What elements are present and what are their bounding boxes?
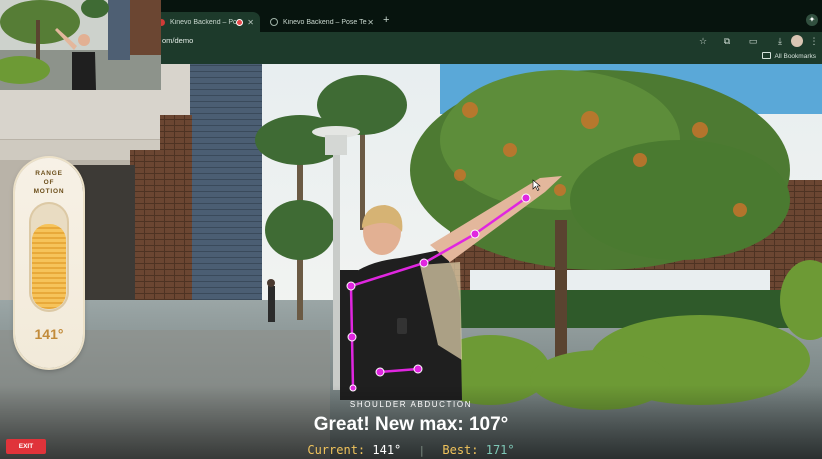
readout-divider: | [418,444,426,457]
tab-title: Kinevo Backend – Pose S [170,18,237,26]
best-value: 171° [485,443,515,457]
all-bookmarks-label: All Bookmarks [774,53,816,60]
angle-readouts: Current: 141° | Best: 171° [0,443,822,457]
webcam-thumbnail [0,0,161,90]
new-tab-button[interactable]: + [383,14,389,26]
elbow-keypoint [470,229,480,239]
gauge-title-line: OF [43,179,55,186]
folder-icon [762,52,772,59]
close-tab-icon[interactable]: ✕ [367,18,374,27]
exit-button[interactable]: EXIT [6,439,46,454]
elbow-keypoint [347,332,357,342]
webcam-preview [0,0,161,90]
wrist-keypoint [349,384,357,392]
tab-pose-test[interactable]: Kinevo Backend – Pose Test ✕ [262,12,380,32]
shoulder-keypoint [419,258,429,268]
wrist-keypoint [521,193,531,203]
extensions-icon[interactable]: ⧉ [721,35,733,47]
gauge-title-line: MOTION [33,188,65,195]
address-bar[interactable]: om/demo [162,36,193,45]
menu-icon[interactable]: ⋮ [808,35,820,47]
gauge-title: RANGE OF MOTION [15,169,83,196]
current-label: Current: [307,443,366,457]
exercise-name: SHOULDER ABDUCTION [349,400,473,409]
cast-icon[interactable]: ▭ [747,35,759,47]
hip-keypoint [375,367,385,377]
tab-search-icon[interactable]: ✦ [806,14,818,26]
recording-icon [236,18,244,26]
shoulder-keypoint [346,281,356,291]
download-icon[interactable]: ⤓ [774,35,786,47]
all-bookmarks-button[interactable]: All Bookmarks [762,52,816,60]
profile-avatar[interactable] [791,35,803,47]
favicon-icon [270,18,278,26]
close-tab-icon[interactable]: ✕ [247,18,254,27]
range-of-motion-gauge: RANGE OF MOTION 141° [15,158,83,368]
gauge-track [29,202,69,312]
status-message: Great! New max: 107° [313,414,509,435]
gauge-title-line: RANGE [35,170,63,177]
hip-keypoint [413,364,423,374]
tab-title: Kinevo Backend – Pose Test [283,18,368,26]
feedback-hud: SHOULDER ABDUCTION Great! New max: 107° … [0,394,822,459]
gauge-fill [32,224,66,309]
current-value: 141° [372,443,402,457]
best-label: Best: [442,443,479,457]
gauge-value: 141° [34,326,64,342]
star-icon[interactable]: ☆ [697,35,709,47]
tab-pose-session[interactable]: Kinevo Backend – Pose S ✕ [150,12,260,32]
